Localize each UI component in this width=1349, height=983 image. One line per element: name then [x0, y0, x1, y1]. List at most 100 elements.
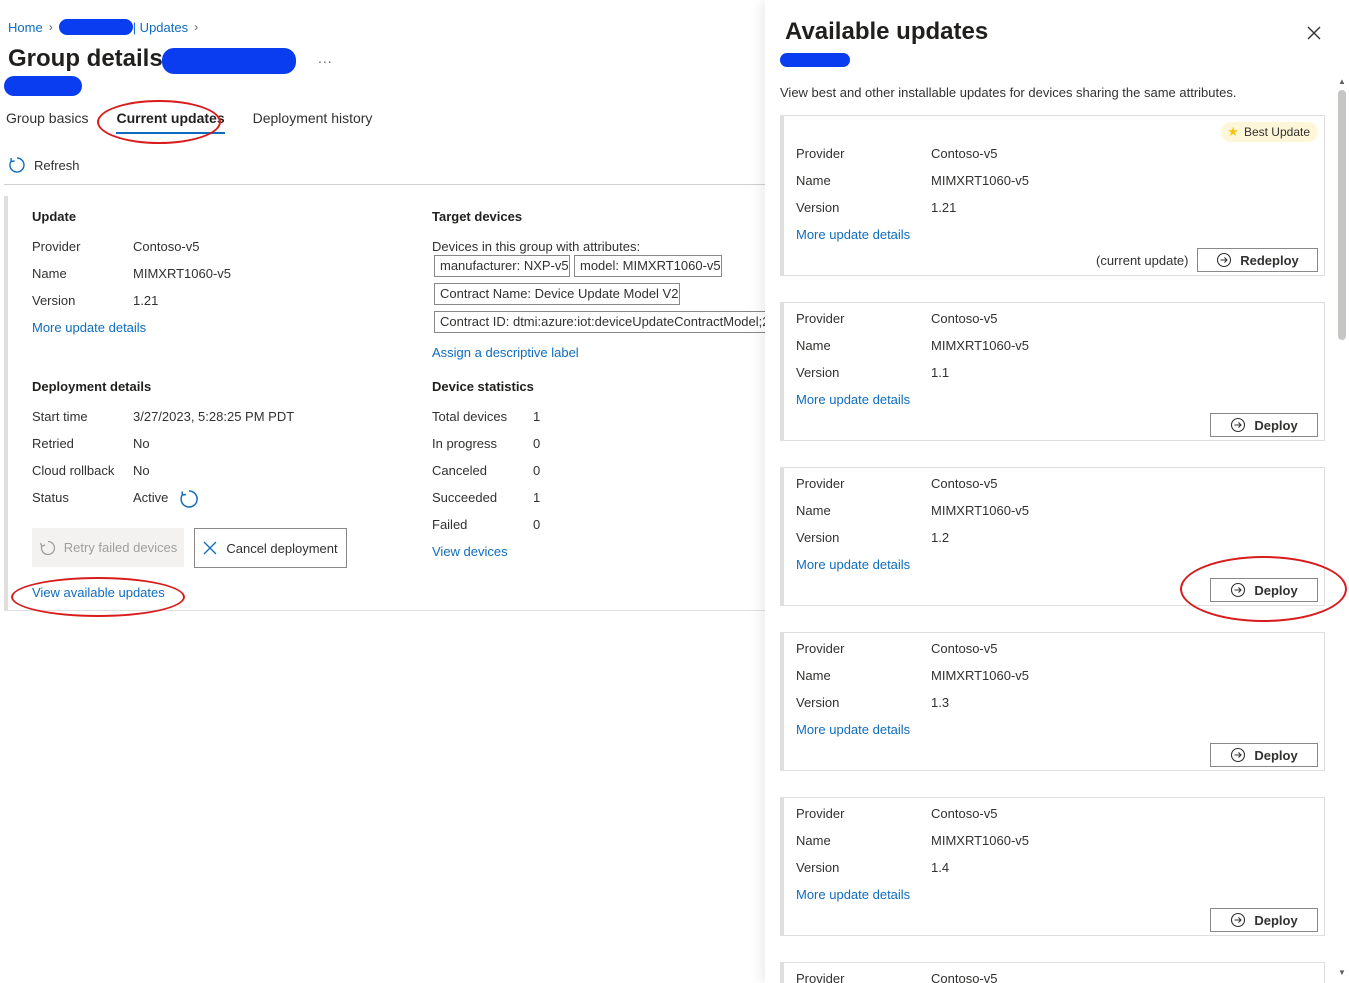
panel-description: View best and other installable updates …	[780, 85, 1237, 100]
view-available-updates-link[interactable]: View available updates	[32, 585, 165, 600]
total-devices-label: Total devices	[432, 409, 508, 424]
attribute-chip-contract-name: Contract Name: Device Update Model V2	[434, 283, 680, 305]
refresh-button[interactable]: Refresh	[8, 156, 80, 174]
more-update-details-link[interactable]: More update details	[796, 887, 910, 902]
retry-failed-devices-button[interactable]: Retry failed devices	[32, 528, 184, 567]
cancel-deployment-button[interactable]: Cancel deployment	[194, 528, 347, 568]
more-update-details-link[interactable]: More update details	[796, 227, 910, 242]
update-heading: Update	[32, 209, 77, 224]
provider-value: Contoso-v5	[931, 971, 998, 983]
provider-label: Provider	[32, 239, 81, 254]
provider-label: Provider	[796, 146, 845, 161]
version-label: Version	[796, 860, 840, 875]
start-time-value: 3/27/2023, 5:28:25 PM PDT	[133, 409, 295, 424]
provider-value: Contoso-v5	[931, 311, 998, 326]
arrow-circle-right-icon	[1231, 912, 1246, 928]
redacted-mark	[162, 48, 296, 74]
total-devices-value: 1	[533, 409, 541, 424]
scroll-down-arrow-icon[interactable]: ▼	[1338, 968, 1346, 977]
version-value: 1.2	[931, 530, 950, 545]
cloud-rollback-label: Cloud rollback	[32, 463, 115, 478]
device-statistics-heading: Device statistics	[432, 379, 534, 394]
divider	[4, 184, 766, 185]
deploy-label: Deploy	[1254, 747, 1298, 763]
status-label: Status	[32, 490, 69, 505]
more-options-button[interactable]: ...	[318, 50, 333, 66]
attribute-chip-contract-id: Contract ID: dtmi:azure:iot:deviceUpdate…	[434, 311, 765, 333]
succeeded-label: Succeeded	[432, 490, 498, 505]
name-value: MIMXRT1060-v5	[931, 173, 1030, 188]
scrollbar-thumb[interactable]	[1338, 90, 1346, 340]
update-card: Provider Contoso-v5 Name MIMXRT1060-v5 V…	[780, 797, 1325, 936]
provider-label: Provider	[796, 806, 845, 821]
retry-icon	[39, 540, 55, 555]
more-update-details-link[interactable]: More update details	[32, 320, 146, 335]
deployment-details-heading: Deployment details	[32, 379, 152, 394]
breadcrumb-updates-link[interactable]: | Updates	[133, 20, 188, 35]
name-value: MIMXRT1060-v5	[931, 833, 1030, 848]
provider-label: Provider	[796, 311, 845, 326]
cloud-rollback-value: No	[133, 463, 150, 478]
page-title: Group details:	[8, 45, 171, 72]
redacted-mark	[4, 76, 82, 96]
in-progress-spinner-icon	[180, 490, 198, 508]
deploy-button[interactable]: Deploy	[1210, 743, 1318, 767]
deploy-button[interactable]: Deploy	[1210, 908, 1318, 932]
name-value: MIMXRT1060-v5	[931, 668, 1030, 683]
deploy-button[interactable]: Deploy	[1210, 578, 1318, 602]
star-icon: ★	[1227, 124, 1239, 139]
current-update-tag: (current update)	[1096, 253, 1189, 268]
version-value: 1.21	[931, 200, 957, 215]
arrow-circle-right-icon	[1231, 747, 1246, 763]
chevron-right-icon: ›	[48, 20, 53, 34]
provider-label: Provider	[796, 641, 845, 656]
view-devices-link[interactable]: View devices	[432, 544, 508, 559]
deploy-label: Deploy	[1254, 417, 1298, 433]
deploy-label: Deploy	[1254, 912, 1298, 928]
assign-label-link[interactable]: Assign a descriptive label	[432, 345, 579, 360]
close-panel-button[interactable]	[1305, 24, 1323, 42]
name-value: MIMXRT1060-v5	[931, 338, 1030, 353]
name-value: MIMXRT1060-v5	[931, 503, 1030, 518]
in-progress-value: 0	[533, 436, 541, 451]
update-card: Provider Contoso-v5 Name MIMXRT1060-v5 V…	[780, 467, 1325, 606]
version-value: 1.1	[931, 365, 950, 380]
name-label: Name	[32, 266, 67, 281]
retry-failed-devices-label: Retry failed devices	[63, 540, 178, 555]
canceled-value: 0	[533, 463, 541, 478]
more-update-details-link[interactable]: More update details	[796, 392, 910, 407]
update-card: Provider Contoso-v5 Name MIMXRT1060-v5 V…	[780, 302, 1325, 441]
provider-value: Contoso-v5	[931, 146, 998, 161]
retried-label: Retried	[32, 436, 74, 451]
name-label: Name	[796, 503, 831, 518]
refresh-icon	[9, 157, 25, 173]
breadcrumb-home-link[interactable]: Home	[8, 20, 43, 35]
provider-label: Provider	[796, 971, 845, 983]
more-update-details-link[interactable]: More update details	[796, 557, 910, 572]
more-update-details-link[interactable]: More update details	[796, 722, 910, 737]
retried-value: No	[133, 436, 150, 451]
deploy-button[interactable]: Deploy	[1210, 413, 1318, 437]
provider-value: Contoso-v5	[931, 806, 998, 821]
close-icon	[203, 541, 217, 555]
provider-value: Contoso-v5	[931, 476, 998, 491]
deploy-label: Deploy	[1254, 582, 1298, 598]
update-card: ★ Best Update Provider Contoso-v5 Name M…	[780, 115, 1325, 276]
tab-group-basics[interactable]: Group basics	[6, 110, 88, 134]
name-value: MIMXRT1060-v5	[133, 266, 232, 281]
name-label: Name	[796, 173, 831, 188]
version-label: Version	[32, 293, 76, 308]
redeploy-button[interactable]: Redeploy	[1197, 248, 1318, 272]
scroll-up-arrow-icon[interactable]: ▲	[1338, 77, 1346, 86]
version-label: Version	[796, 200, 840, 215]
chevron-right-icon: ›	[194, 20, 199, 34]
panel-title: Available updates	[785, 18, 989, 45]
attribute-chip-manufacturer: manufacturer: NXP-v5	[434, 255, 570, 277]
tab-current-updates[interactable]: Current updates	[116, 110, 225, 134]
available-updates-panel: Available updates View best and other in…	[765, 0, 1349, 983]
provider-value: Contoso-v5	[133, 239, 200, 254]
name-label: Name	[796, 338, 831, 353]
name-label: Name	[796, 833, 831, 848]
tab-deployment-history[interactable]: Deployment history	[253, 110, 373, 134]
version-value: 1.21	[133, 293, 159, 308]
